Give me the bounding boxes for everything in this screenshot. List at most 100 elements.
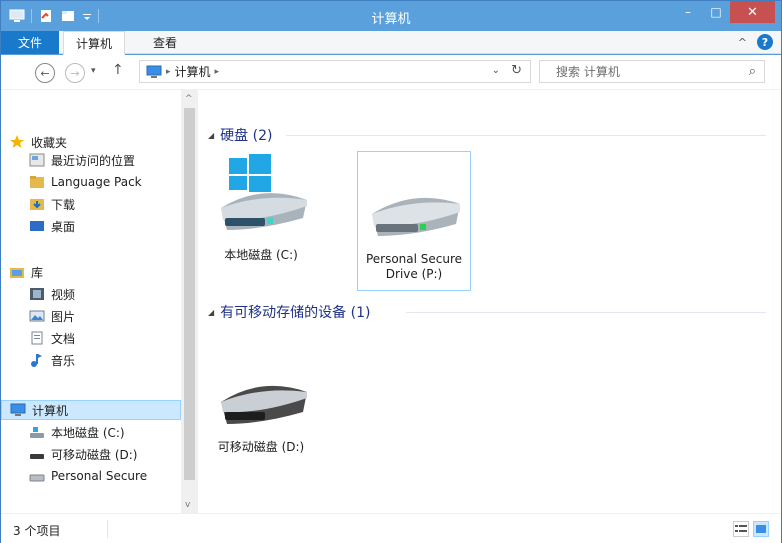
group-title: 有可移动存储的设备 (1) <box>220 305 371 321</box>
drive-p[interactable]: Personal Secure Drive (P:) <box>357 151 471 291</box>
sidebar-item-drive-p[interactable]: Personal Secure <box>29 466 179 486</box>
sidebar-scrollbar[interactable]: ^ v <box>181 90 198 514</box>
sidebar-label: 图片 <box>51 309 76 324</box>
file-view: ◢ 硬盘 (2) 本地磁盘 (C:) Personal Secure Drive… <box>198 90 781 514</box>
sidebar-item-pictures[interactable]: 图片 <box>29 306 198 326</box>
group-header-removable[interactable]: ◢ 有可移动存储的设备 (1) <box>208 302 370 322</box>
downloads-folder-icon <box>29 197 45 211</box>
sidebar-label: Language Pack <box>51 175 142 189</box>
videos-icon <box>29 287 45 301</box>
group-title: 硬盘 (2) <box>220 128 273 144</box>
breadcrumb-separator[interactable]: ▸ <box>166 67 171 77</box>
sidebar-item-recent-places[interactable]: 最近访问的位置 <box>29 150 198 170</box>
scroll-up-arrow[interactable]: ^ <box>185 94 193 104</box>
back-button[interactable]: ← <box>35 63 55 83</box>
local-disk-icon <box>29 425 45 439</box>
sidebar-item-favorites[interactable]: 收藏夹 <box>9 132 189 152</box>
tab-file[interactable]: 文件 <box>1 31 59 54</box>
sidebar-label: Personal Secure <box>51 469 148 483</box>
group-divider <box>286 135 766 136</box>
sidebar-item-videos[interactable]: 视频 <box>29 284 198 304</box>
sidebar-item-downloads[interactable]: 下载 <box>29 194 198 214</box>
sidebar-label: 收藏夹 <box>31 135 68 150</box>
sidebar-item-drive-d[interactable]: 可移动磁盘 (D:) <box>29 444 198 464</box>
recent-locations-button[interactable]: ▾ <box>91 66 96 76</box>
scrollbar-thumb[interactable] <box>184 108 195 480</box>
sidebar-label: 下载 <box>51 197 76 212</box>
desktop-icon <box>29 219 45 233</box>
recent-places-icon <box>29 153 45 167</box>
content-area: 收藏夹 最近访问的位置 Language Pack 下载 桌面 库 视频 图片 … <box>1 89 781 514</box>
sidebar-item-documents[interactable]: 文档 <box>29 328 198 348</box>
drive-c[interactable]: 本地磁盘 (C:) <box>204 148 318 288</box>
computer-icon <box>146 65 162 79</box>
address-bar[interactable]: ▸ 计算机 ▸ ⌄ ↻ <box>139 60 531 83</box>
search-input[interactable]: 搜索 计算机 ⌕ <box>539 60 765 83</box>
sidebar-label: 文档 <box>51 331 76 346</box>
up-button[interactable]: ↑ <box>112 62 124 78</box>
star-icon <box>9 135 25 149</box>
sidebar-label: 桌面 <box>51 219 76 234</box>
window-title: 计算机 <box>371 12 411 27</box>
documents-icon <box>29 331 45 345</box>
forward-button[interactable]: → <box>65 63 85 83</box>
collapse-ribbon-button[interactable]: ^ <box>738 36 747 49</box>
libraries-icon <box>9 265 25 279</box>
sidebar-item-language-pack[interactable]: Language Pack <box>29 172 198 192</box>
explorer-window: 计算机 – □ ✕ 文件 计算机 查看 ^ ? ← → ▾ ↑ ▸ 计算机 ▸ … <box>0 0 782 543</box>
pictures-icon <box>29 309 45 323</box>
drive-label: 本地磁盘 (C:) <box>224 248 298 262</box>
refresh-button[interactable]: ↻ <box>511 63 522 78</box>
ribbon-tabs: 文件 计算机 查看 ^ ? <box>1 31 781 55</box>
maximize-button[interactable]: □ <box>702 1 730 23</box>
secure-drive-icon <box>29 469 45 483</box>
group-toggle-icon[interactable]: ◢ <box>208 131 214 140</box>
sidebar-label: 库 <box>31 265 44 280</box>
ribbon-right: ^ ? <box>738 34 773 50</box>
title-bar: 计算机 – □ ✕ <box>1 1 781 31</box>
status-bar: 3 个项目 <box>1 513 781 543</box>
help-button[interactable]: ? <box>757 34 773 50</box>
search-icon[interactable]: ⌕ <box>749 64 756 79</box>
drive-label-line: Drive (P:) <box>385 267 443 281</box>
tab-view[interactable]: 查看 <box>141 31 189 54</box>
search-placeholder: 搜索 计算机 <box>556 65 620 79</box>
drive-d[interactable]: 可移动磁盘 (D:) <box>204 356 318 496</box>
sidebar-item-computer[interactable]: 计算机 <box>1 400 181 420</box>
group-divider <box>406 312 766 313</box>
sidebar-item-desktop[interactable]: 桌面 <box>29 216 198 236</box>
drive-label: 可移动磁盘 (D:) <box>217 440 305 454</box>
music-icon <box>29 353 45 367</box>
close-button[interactable]: ✕ <box>730 1 775 23</box>
folder-icon <box>29 175 45 189</box>
large-icons-view-icon[interactable] <box>753 521 769 537</box>
sidebar-item-music[interactable]: 音乐 <box>29 350 198 370</box>
group-toggle-icon[interactable]: ◢ <box>208 308 214 317</box>
breadcrumb-separator[interactable]: ▸ <box>215 67 220 77</box>
drive-label-line: Personal Secure <box>365 252 463 266</box>
tab-computer[interactable]: 计算机 <box>63 31 126 55</box>
window-controls: – □ ✕ <box>674 1 775 23</box>
local-disk-icon <box>211 148 311 244</box>
group-header-hard-disks[interactable]: ◢ 硬盘 (2) <box>208 125 272 145</box>
drive-label: Personal Secure Drive (P:) <box>366 252 462 282</box>
view-switcher <box>733 521 769 537</box>
breadcrumb-computer[interactable]: 计算机 <box>175 63 211 80</box>
computer-icon <box>10 403 26 417</box>
removable-disk-icon <box>29 447 45 461</box>
navigation-pane: 收藏夹 最近访问的位置 Language Pack 下载 桌面 库 视频 图片 … <box>1 90 198 514</box>
sidebar-label: 可移动磁盘 (D:) <box>51 447 138 462</box>
details-view-icon[interactable] <box>733 521 749 537</box>
minimize-button[interactable]: – <box>674 1 702 23</box>
address-dropdown-button[interactable]: ⌄ <box>492 65 500 76</box>
secure-drive-icon <box>364 152 464 248</box>
sidebar-item-drive-c[interactable]: 本地磁盘 (C:) <box>29 422 198 442</box>
sidebar-label: 本地磁盘 (C:) <box>51 425 125 440</box>
sidebar-label: 视频 <box>51 287 76 302</box>
scroll-down-arrow[interactable]: v <box>185 500 190 510</box>
removable-disk-icon <box>211 356 311 436</box>
sidebar-label: 音乐 <box>51 353 76 368</box>
sidebar-label: 最近访问的位置 <box>51 153 136 168</box>
sidebar-label: 计算机 <box>32 403 69 418</box>
sidebar-item-libraries[interactable]: 库 <box>9 262 189 282</box>
